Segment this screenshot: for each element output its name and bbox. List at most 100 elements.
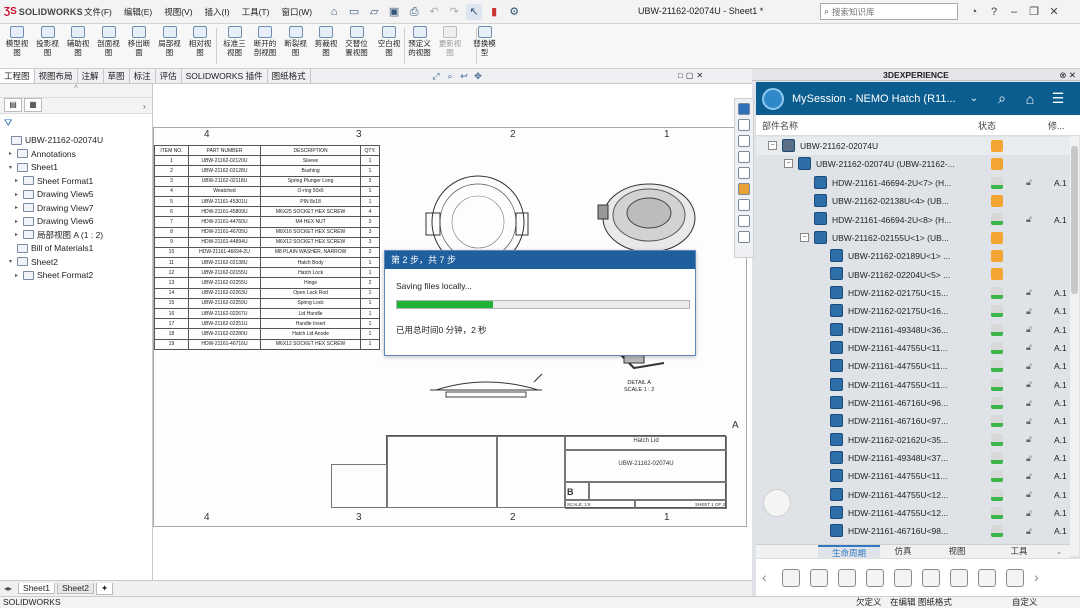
forum-tab-icon[interactable]	[738, 215, 750, 227]
tree-collapse-handle[interactable]: ˄	[0, 84, 152, 98]
bill-of-materials-table[interactable]: ITEM NO. PART NUMBER DESCRIPTION QTY. 1 UBW-2…	[154, 144, 380, 350]
tree-toggle-icon[interactable]: ▾	[9, 164, 17, 171]
open-action-icon[interactable]	[782, 568, 800, 587]
unlocked-icon[interactable]: 🔓︎	[1026, 324, 1032, 335]
bom-row[interactable]: 9 HDW-21161-44894U M6X12 SOCKET HEX SCREW 3	[154, 236, 380, 248]
unlocked-icon[interactable]: 🔓︎	[1026, 471, 1032, 482]
xp-tree-row[interactable]: HDW-21161-44755U<11... 🔓︎ A.1	[756, 357, 1070, 375]
knowledge-search-input[interactable]	[832, 6, 933, 17]
xp-tree-row[interactable]: HDW-21161-44755U<11... 🔓︎ A.1	[756, 376, 1070, 394]
xp-tree-row[interactable]: HDW-21161-44755U<11... 🔓︎ A.1	[756, 339, 1070, 357]
tree-item[interactable]: Bill of Materials1	[9, 242, 93, 254]
session-name[interactable]: MySession - NEMO Hatch (R11...	[792, 93, 960, 105]
xp-tree-row[interactable]: UBW-21162-02138U<4> (UB...	[756, 192, 1070, 210]
unlocked-icon[interactable]: 🔓︎	[1026, 287, 1032, 298]
add-sheet-icon[interactable]: ✦	[95, 582, 114, 595]
xp-tree-row[interactable]: HDW-21161-46716U<97... 🔓︎ A.1	[756, 412, 1070, 430]
xp-scrollbar[interactable]	[1070, 136, 1079, 556]
command-button-12[interactable]: 空白视 图	[374, 26, 404, 57]
menu-item-5[interactable]: 窗口(W)	[275, 6, 318, 18]
command-button-8[interactable]: 断开的 剖视图	[250, 26, 280, 57]
sheet-tab-2[interactable]: Sheet2	[56, 583, 94, 594]
unlocked-icon[interactable]: 🔓︎	[1026, 453, 1032, 464]
xp-bottom-tab-2[interactable]: 视图	[926, 545, 988, 558]
file-explorer-tab-icon[interactable]	[738, 151, 750, 163]
bom-row[interactable]: 4 Weatched O-ring 50x6 1	[154, 185, 380, 197]
tree-item[interactable]: ▾ Sheet2	[9, 256, 58, 268]
bom-row[interactable]: 14 UBW-21162-02263U Open Lock Rod 1	[154, 287, 380, 299]
undo-icon[interactable]: ↶	[426, 4, 442, 20]
assistant-avatar-icon[interactable]	[763, 489, 791, 517]
tree-item[interactable]: UBW-21162-02074U	[3, 134, 103, 146]
xp-scrollbar-thumb[interactable]	[1071, 146, 1078, 294]
xp-tree-row[interactable]: HDW-21162-02162U<35... 🔓︎ A.1	[756, 431, 1070, 449]
command-tab-0[interactable]: 工程图	[0, 69, 35, 83]
command-button-1[interactable]: 投影视 图	[33, 26, 63, 57]
unlocked-icon[interactable]: 🔓︎	[1026, 342, 1032, 353]
xp-bottom-tab-1[interactable]: 仿真	[880, 545, 926, 558]
column-part-name[interactable]: 部件名称	[762, 119, 798, 132]
zoom-to-fit-icon[interactable]: ⤢	[430, 70, 442, 82]
pan-icon[interactable]: ✥	[472, 70, 484, 82]
bom-row[interactable]: 17 UBW-21162-02251U Handle Insert 1	[154, 318, 380, 330]
tree-toggle-icon[interactable]: ▸	[15, 272, 23, 279]
bom-row[interactable]: 3 UBW-21162-02118U Spring Plunger Long 3	[154, 175, 380, 187]
3dexperience-tab-icon[interactable]	[738, 103, 750, 115]
xp-tree-row[interactable]: HDW-21161-46694-2U<8> (H... 🔓︎ A.1	[756, 210, 1070, 228]
bom-row[interactable]: 5 UBW-21161-45301U PIN 8x18 1	[154, 195, 380, 208]
bom-row[interactable]: 18 UBW-21162-02280U Hatch Lid Anode 1	[154, 328, 380, 340]
tree-item[interactable]: ▸ Annotations	[9, 148, 76, 160]
drawing-view-side[interactable]	[426, 368, 546, 408]
command-button-0[interactable]: 模型视 图	[2, 26, 32, 57]
xp-tree-row[interactable]: HDW-21161-44755U<11... 🔓︎ A.1	[756, 467, 1070, 485]
resources-tab-icon[interactable]	[738, 119, 750, 131]
xp-tree-row[interactable]: HDW-21161-49348U<37... 🔓︎ A.1	[756, 449, 1070, 467]
command-button-7[interactable]: 标准三 视图	[220, 26, 250, 57]
xp-tree-toggle-icon[interactable]: −	[800, 232, 809, 242]
xp-tree-row[interactable]: HDW-21161-46694-2U<7> (H... 🔓︎ A.1	[756, 174, 1070, 192]
bom-row[interactable]: 8 HDW-21161-46705U M8X16 SOCKET HEX SCREW 3	[154, 226, 380, 238]
command-tab-1[interactable]: 视图布局	[35, 69, 78, 83]
user-icon[interactable]: ◔	[964, 2, 984, 22]
unlocked-icon[interactable]: 🔓︎	[1026, 379, 1032, 390]
column-revision[interactable]: 修...	[1048, 119, 1065, 132]
menu-item-0[interactable]: 文件(F)	[78, 6, 118, 18]
add-action-icon[interactable]	[950, 568, 968, 587]
title-block[interactable]: Hatch Lid UBW-21162-02074U B SCALE: 1:8 …	[331, 435, 727, 509]
zoom-area-icon[interactable]: ⌕	[444, 70, 456, 82]
unlocked-icon[interactable]: 🔓︎	[1026, 508, 1032, 519]
unlocked-icon[interactable]: 🔓︎	[1026, 489, 1032, 500]
save-icon[interactable]: ▣	[386, 4, 402, 20]
xp-tree-row[interactable]: HDW-21161-46716U<96... 🔓︎ A.1	[756, 394, 1070, 412]
xp-tree-row[interactable]: HDW-21161-49348U<36... 🔓︎ A.1	[756, 321, 1070, 339]
structure-action-icon[interactable]	[1006, 568, 1024, 587]
tree-item[interactable]: ▾ Sheet1	[9, 161, 58, 173]
xp-tree-row[interactable]: UBW-21162-02189U<1> ...	[756, 247, 1070, 265]
unlocked-icon[interactable]: 🔓︎	[1026, 214, 1032, 225]
unlocked-icon[interactable]: 🔓︎	[1026, 306, 1032, 317]
solidworks-logo[interactable]: ƷS SOLIDWORKS	[0, 0, 83, 24]
view-palette-tab-icon[interactable]	[738, 167, 750, 179]
tree-toggle-icon[interactable]: ▸	[15, 191, 23, 198]
command-button-4[interactable]: 移出断 面	[124, 26, 154, 57]
command-tab-5[interactable]: 评估	[156, 69, 182, 83]
command-button-15[interactable]: 替换模 型	[470, 26, 500, 57]
menu-item-3[interactable]: 插入(I)	[199, 6, 236, 18]
tree-item[interactable]: ▸ Drawing View6	[15, 215, 94, 227]
tree-item[interactable]: ▸ Sheet Format2	[15, 269, 93, 281]
insert-action-icon[interactable]	[978, 568, 996, 587]
traffic-light-icon[interactable]: ▮	[486, 4, 502, 20]
column-status[interactable]: 状态	[978, 119, 996, 132]
menu-item-2[interactable]: 视图(V)	[158, 6, 198, 18]
xp-bottom-tab-0[interactable]: 生命周期	[818, 545, 880, 558]
menu-item-4[interactable]: 工具(T)	[236, 6, 276, 18]
appearances-tab-icon[interactable]	[738, 183, 750, 195]
unlocked-icon[interactable]: 🔓︎	[1026, 416, 1032, 427]
feature-manager-tab-icon[interactable]: ▤	[4, 98, 22, 112]
unlock-action-icon[interactable]	[838, 568, 856, 587]
unlocked-icon[interactable]: 🔓︎	[1026, 526, 1032, 537]
session-dropdown-chevron-icon[interactable]: ⌄	[960, 93, 988, 104]
tree-toggle-icon[interactable]: ▸	[15, 218, 23, 225]
menu-item-1[interactable]: 编辑(E)	[118, 6, 158, 18]
action-bar-next-chevron-icon[interactable]: ›	[1034, 569, 1044, 587]
